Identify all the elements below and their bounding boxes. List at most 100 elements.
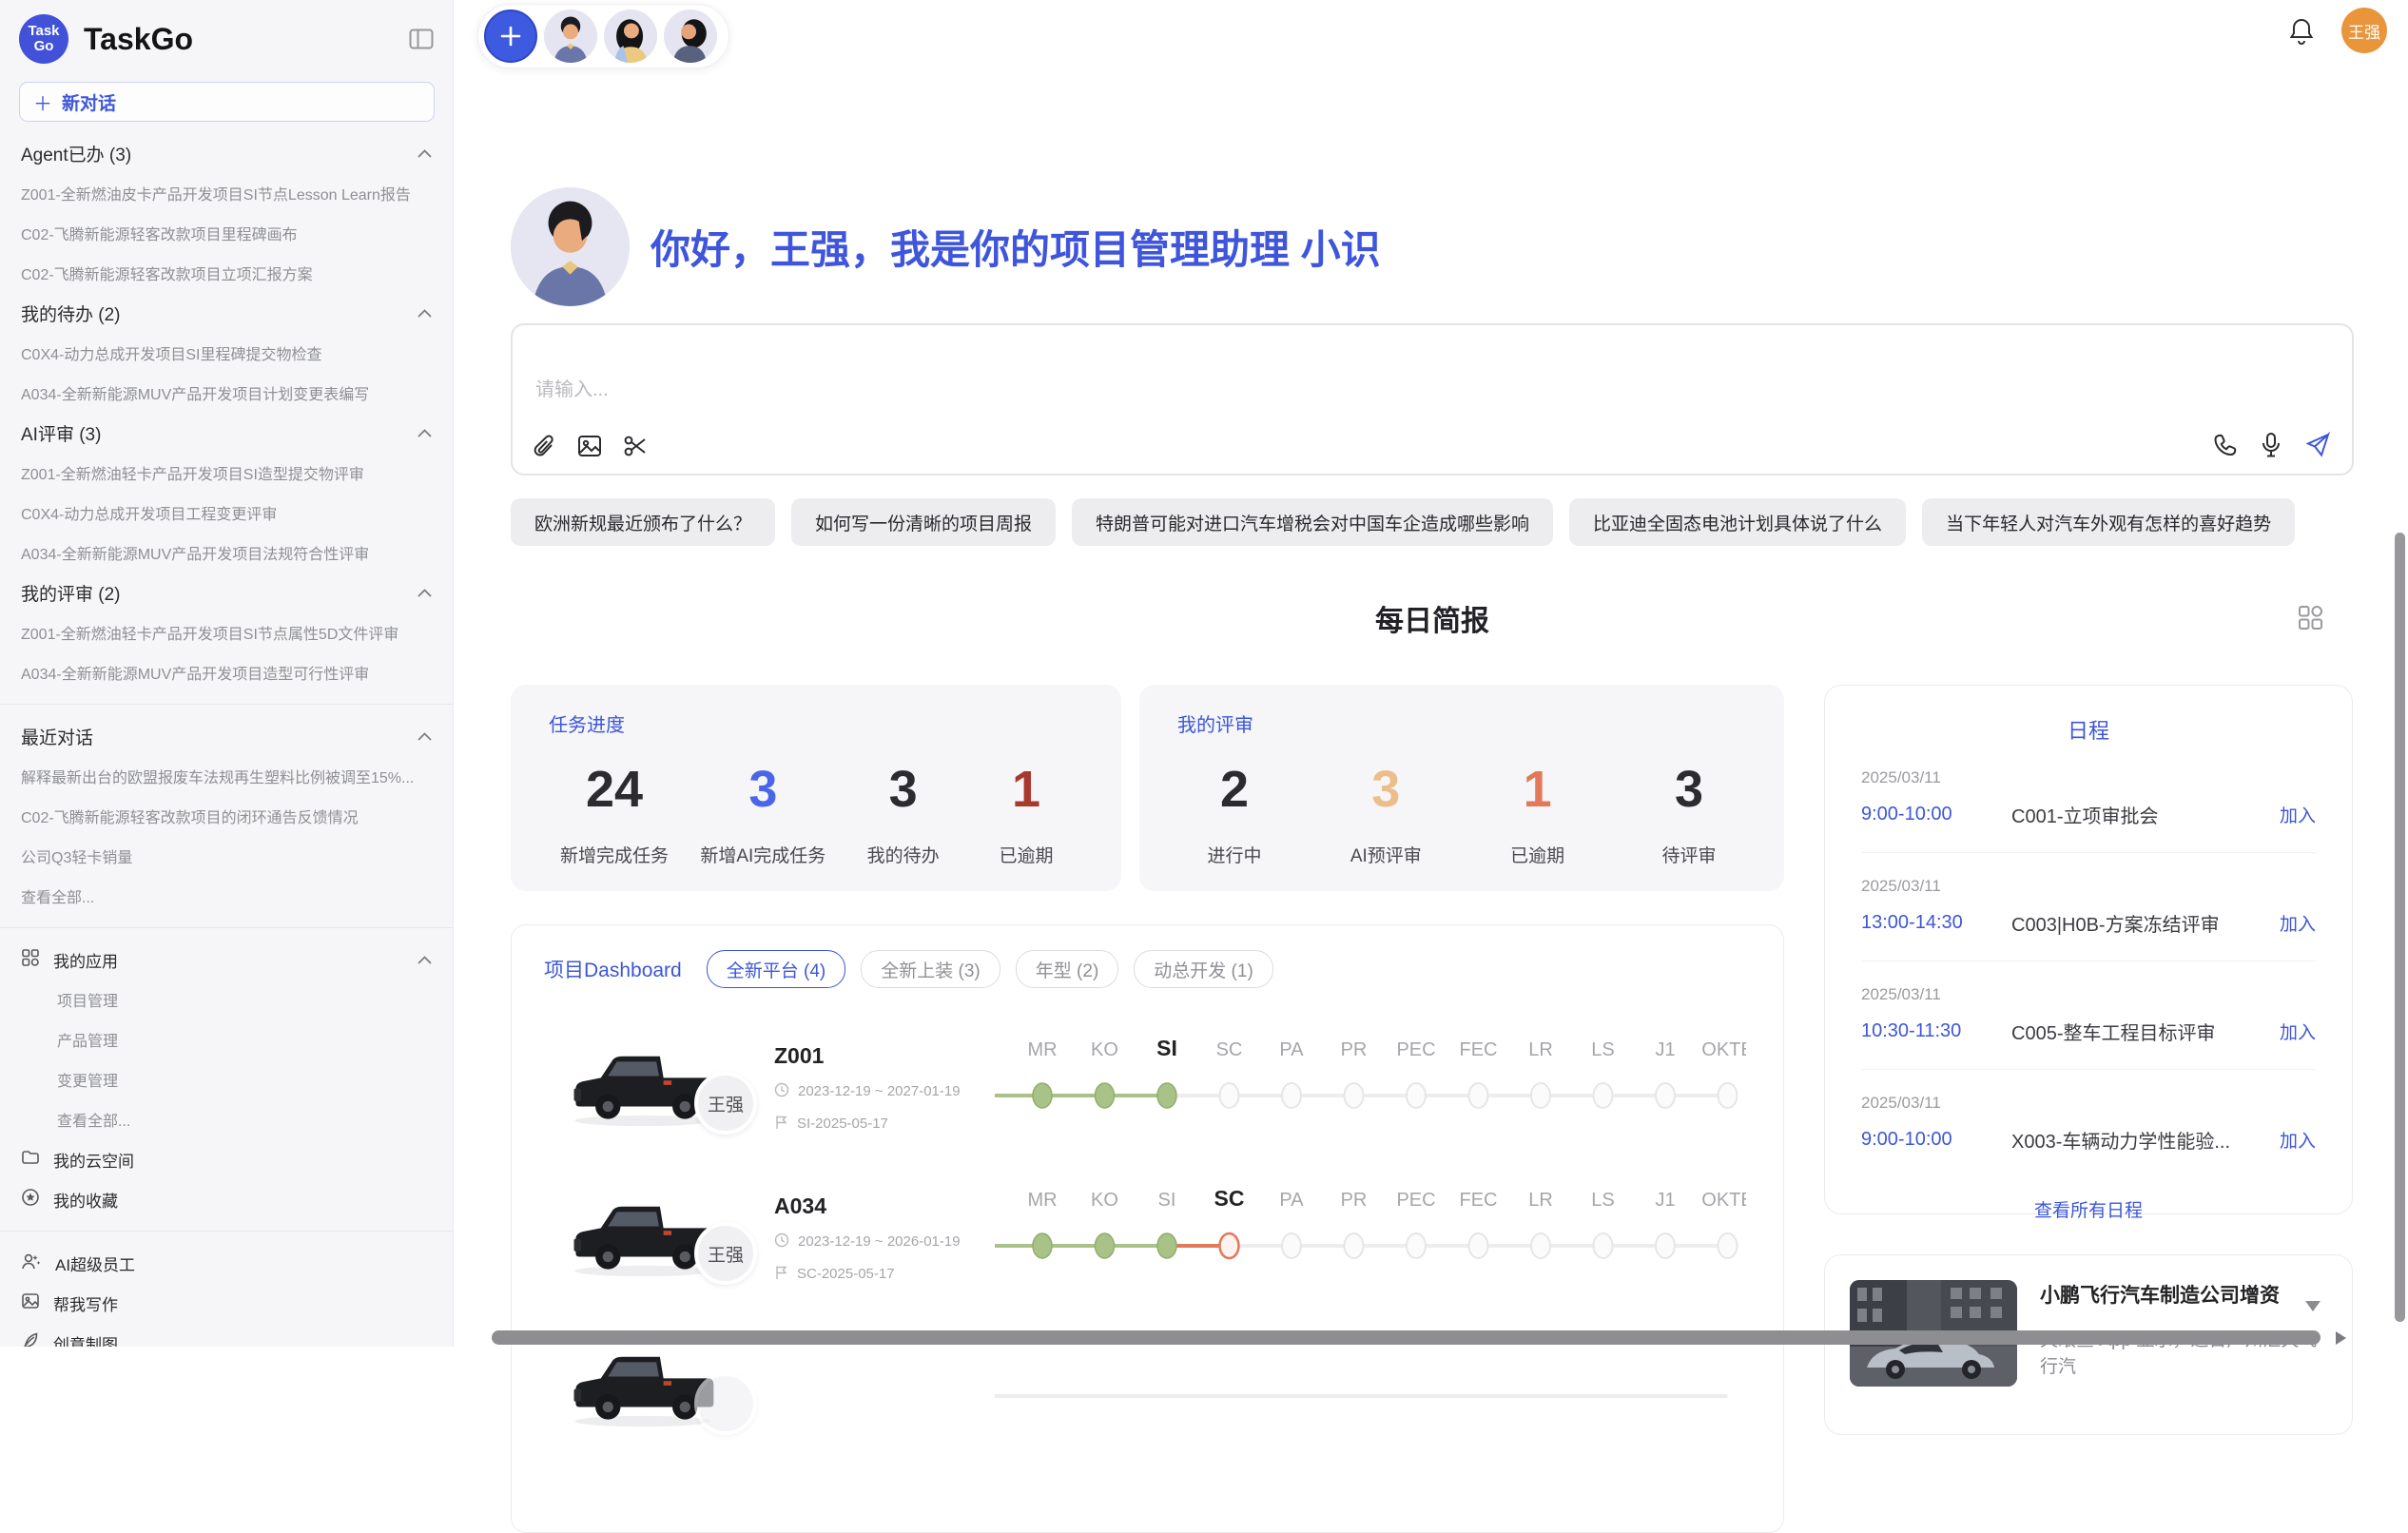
project-row[interactable]: 王强 Z001 2023-12-19 ~ 2027-01-19 SI-2025-… (544, 1017, 1764, 1159)
sidebar-section-header[interactable]: 我的评审 (2) (21, 572, 432, 612)
add-conversation-button[interactable] (484, 10, 537, 63)
project-dates: 2023-12-19 ~ 2026-01-19 (774, 1232, 976, 1252)
horizontal-scrollbar[interactable] (492, 1330, 2321, 1345)
suggestion-chip[interactable]: 如何写一份清晰的项目周报 (791, 498, 1056, 546)
schedule-date: 2025/03/11 (1861, 877, 2316, 896)
sidebar-task-item[interactable]: C0X4-动力总成开发项目工程变更评审 (21, 493, 432, 533)
chevron-up-icon[interactable] (418, 732, 432, 741)
sidebar-task-item[interactable]: A034-全新新能源MUV产品开发项目造型可行性评审 (21, 652, 432, 692)
app-sub-item[interactable]: 变更管理 (57, 1059, 432, 1099)
new-chat-button[interactable]: ＋ 新对话 (19, 82, 435, 122)
svg-text:PA: PA (1279, 1190, 1304, 1211)
sidebar-section-header[interactable]: Agent已办 (3) (21, 133, 432, 173)
project-row[interactable]: 王强 A034 2023-12-19 ~ 2026-01-19 SC-2025-… (544, 1167, 1764, 1310)
join-meeting-link[interactable]: 加入 (2280, 910, 2316, 936)
chevron-up-icon[interactable] (418, 589, 432, 597)
sidebar-task-item[interactable]: Z001-全新燃油轻卡产品开发项目SI节点属性5D文件评审 (21, 612, 432, 652)
schedule-event-name: X003-车辆动力学性能验... (2011, 1126, 2280, 1154)
stat-label: 已逾期 (1492, 842, 1583, 867)
sidebar-section-header[interactable]: 我的待办 (2) (21, 293, 432, 333)
svg-text:OKTB: OKTB (1701, 1190, 1746, 1211)
apps-grid-icon (21, 948, 40, 972)
plus-icon: ＋ (33, 88, 52, 116)
photo-icon (21, 1291, 40, 1315)
dashboard-tab[interactable]: 全新上装 (3) (861, 950, 1000, 988)
bell-icon[interactable] (2288, 16, 2315, 45)
attachment-icon[interactable] (534, 434, 556, 458)
conversation-avatar-3[interactable] (664, 10, 717, 63)
chevron-up-icon[interactable] (418, 956, 432, 964)
schedule-time: 9:00-10:00 (1861, 804, 2011, 825)
svg-text:PEC: PEC (1396, 1039, 1435, 1060)
app-sub-item[interactable]: 项目管理 (57, 980, 432, 1019)
stat: 1已逾期 (1492, 760, 1583, 867)
project-owner-badge: 王强 (694, 1222, 757, 1285)
dashboard-tab[interactable]: 年型 (2) (1016, 950, 1119, 988)
join-meeting-link[interactable]: 加入 (2280, 802, 2316, 827)
sidebar-task-item[interactable]: C0X4-动力总成开发项目SI里程碑提交物检查 (21, 333, 432, 373)
left-column: 任务进度24新增完成任务3新增AI完成任务3我的待办1已逾期我的评审2进行中3A… (511, 685, 1784, 1533)
view-all-schedule-link[interactable]: 查看所有日程 (1861, 1196, 2316, 1222)
svg-text:PR: PR (1341, 1190, 1368, 1211)
recent-conversation-item[interactable]: 公司Q3轻卡销量 (21, 836, 432, 876)
project-vehicle: 王强 (567, 1036, 719, 1140)
scroll-down-arrow-icon[interactable] (2305, 1301, 2321, 1311)
layout-grid-icon[interactable] (2298, 605, 2323, 631)
avatar-illustration (511, 187, 630, 306)
sidebar-tool-item[interactable]: AI超级员工 (21, 1243, 432, 1283)
recent-conversation-item[interactable]: C02-飞腾新能源轻客改款项目的闭环通告反馈情况 (21, 796, 432, 836)
chevron-up-icon[interactable] (418, 149, 432, 158)
section-label: 最近对话 (21, 724, 418, 749)
sidebar-task-item[interactable]: Z001-全新燃油轻卡产品开发项目SI造型提交物评审 (21, 453, 432, 493)
suggestion-chip[interactable]: 当下年轻人对汽车外观有怎样的喜好趋势 (1922, 498, 2295, 546)
image-icon[interactable] (577, 434, 602, 458)
app-sub-item[interactable]: 查看全部... (57, 1099, 432, 1139)
send-icon[interactable] (2304, 432, 2331, 458)
chat-input-card (511, 323, 2354, 475)
assistant-avatar (511, 187, 630, 306)
recent-conversation-item[interactable]: 查看全部... (21, 876, 432, 916)
svg-text:LR: LR (1528, 1039, 1553, 1060)
recent-conversation-item[interactable]: 解释最新出台的欧盟报废车法规再生塑料比例被调至15%... (21, 756, 432, 796)
sidebar-task-item[interactable]: A034-全新新能源MUV产品开发项目计划变更表编写 (21, 373, 432, 413)
sidebar-task-item[interactable]: C02-飞腾新能源轻客改款项目立项汇报方案 (21, 253, 432, 293)
section-label: AI评审 (3) (21, 420, 418, 446)
suggestion-chip[interactable]: 欧洲新规最近颁布了什么？ (511, 498, 775, 546)
sidebar-task-item[interactable]: Z001-全新燃油皮卡产品开发项目SI节点Lesson Learn报告 (21, 173, 432, 213)
sidebar-task-item[interactable]: C02-飞腾新能源轻客改款项目里程碑画布 (21, 213, 432, 253)
app-sub-item[interactable]: 产品管理 (57, 1019, 432, 1059)
conversation-avatar-1[interactable] (544, 10, 597, 63)
phone-icon[interactable] (2213, 433, 2238, 457)
collapse-sidebar-icon[interactable] (409, 28, 434, 50)
chevron-up-icon[interactable] (418, 429, 432, 437)
scroll-right-arrow-icon[interactable] (2336, 1331, 2346, 1345)
chat-input[interactable] (534, 378, 2059, 402)
join-meeting-link[interactable]: 加入 (2280, 1019, 2316, 1044)
dashboard-tab[interactable]: 动总开发 (1) (1134, 950, 1273, 988)
suggestion-chip[interactable]: 比亚迪全固态电池计划具体说了什么 (1569, 498, 1906, 546)
sidebar-tool-item[interactable]: 创意制图 (21, 1323, 432, 1347)
project-name: A034 (774, 1193, 976, 1219)
join-meeting-link[interactable]: 加入 (2280, 1127, 2316, 1153)
new-chat-label: 新对话 (62, 89, 116, 115)
stat-value: 1 (981, 760, 1072, 819)
svg-text:SI: SI (1156, 1036, 1177, 1060)
news-card[interactable]: 小鹏飞行汽车制造公司增资 天眼查 App 显示，近日广州汇天飞行汽 (1824, 1254, 2353, 1435)
user-avatar[interactable]: 王强 (2341, 8, 2387, 53)
sidebar-task-item[interactable]: A034-全新新能源MUV产品开发项目法规符合性评审 (21, 533, 432, 572)
suggestion-chip[interactable]: 特朗普可能对进口汽车增税会对中国车企造成哪些影响 (1072, 498, 1553, 546)
sidebar-section-header[interactable]: 最近对话 (21, 716, 432, 756)
scissors-icon[interactable] (623, 434, 648, 458)
sidebar-item[interactable]: 我的云空间 (21, 1139, 432, 1179)
stat-value: 3 (1340, 760, 1431, 819)
chevron-up-icon[interactable] (418, 309, 432, 318)
sidebar-item[interactable]: 我的收藏 (21, 1179, 432, 1219)
sidebar-section-header[interactable]: AI评审 (3) (21, 413, 432, 453)
vertical-scrollbar[interactable] (2395, 533, 2405, 1322)
sidebar-tool-item[interactable]: 帮我写作 (21, 1283, 432, 1323)
sidebar-item-my-apps[interactable]: 我的应用 (21, 940, 432, 980)
project-owner-badge: 王强 (694, 1072, 757, 1135)
conversation-avatar-2[interactable] (604, 10, 657, 63)
dashboard-tab[interactable]: 全新平台 (4) (707, 950, 846, 988)
microphone-icon[interactable] (2261, 432, 2282, 458)
